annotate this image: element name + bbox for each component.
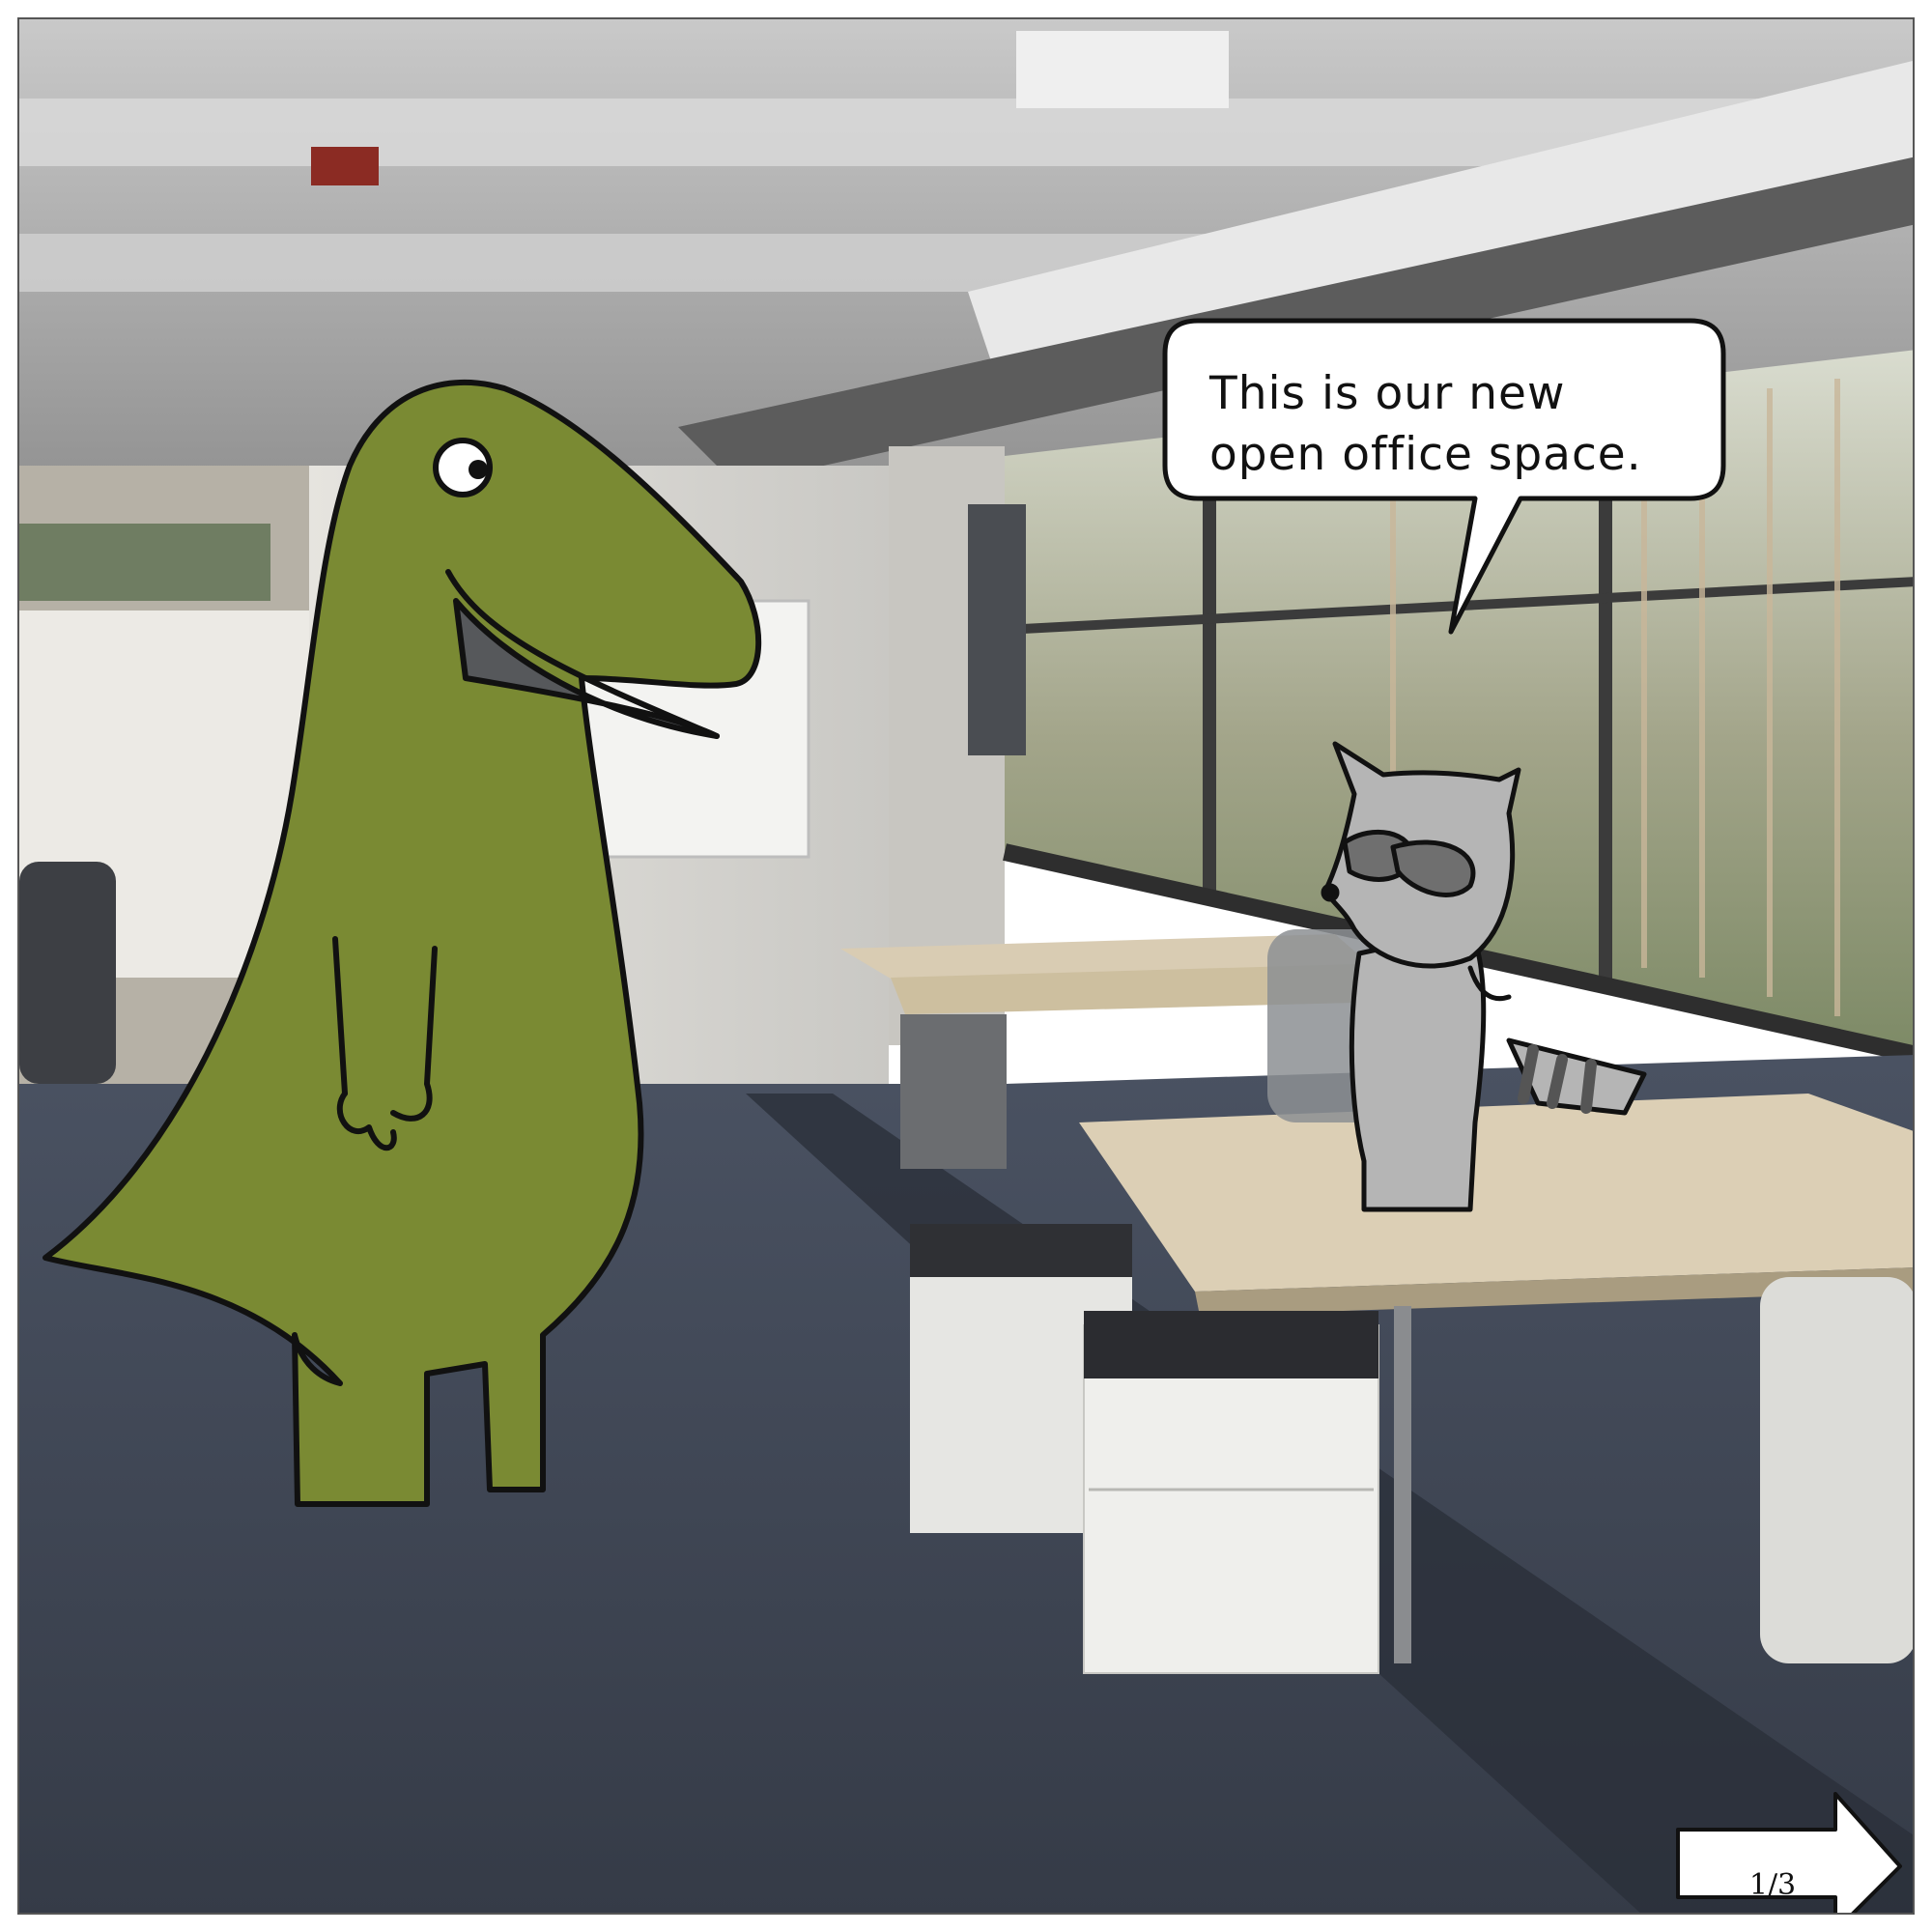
right-arrow-icon[interactable] [19,19,1915,1915]
comic-panel: This is our new open office space. 1/3 [17,17,1915,1915]
page-counter: 1/3 [1748,1868,1797,1902]
